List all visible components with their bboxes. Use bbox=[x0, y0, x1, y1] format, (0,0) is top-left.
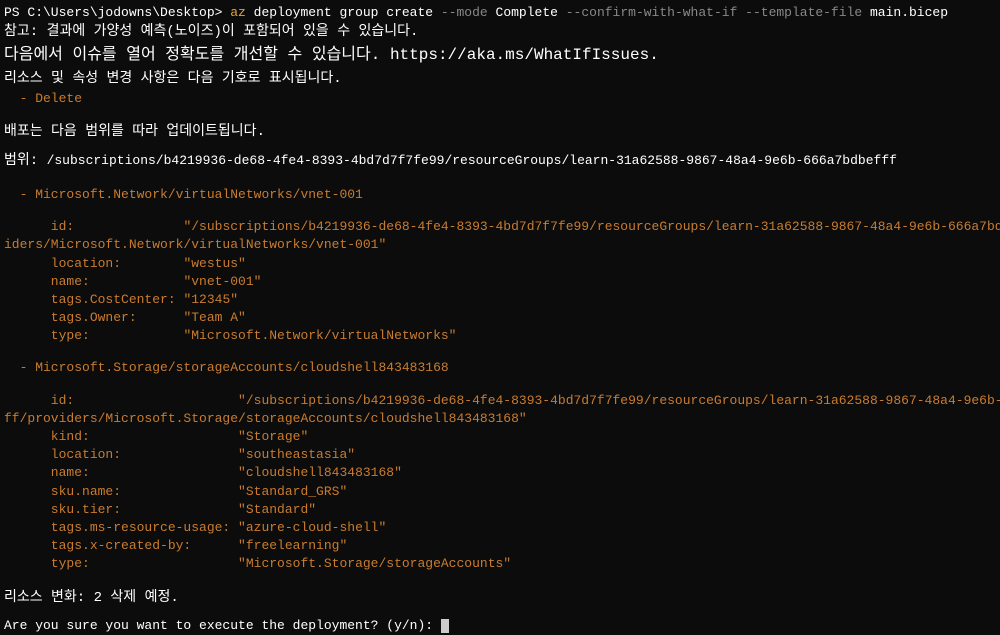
res1-id-cont: iders/Microsoft.Network/virtualNetworks/… bbox=[4, 236, 996, 254]
flags-rest: --confirm-with-what-if --template-file bbox=[558, 5, 870, 20]
cmd-args: deployment group create bbox=[246, 5, 441, 20]
resource-1-header: - Microsoft.Network/virtualNetworks/vnet… bbox=[4, 186, 996, 204]
res2-tag-xcb: tags.x-created-by: "freelearning" bbox=[4, 537, 996, 555]
res1-owner: tags.Owner: "Team A" bbox=[4, 309, 996, 327]
confirm-prompt[interactable]: Are you sure you want to execute the dep… bbox=[4, 617, 996, 635]
res2-id-cont: ff/providers/Microsoft.Storage/storageAc… bbox=[4, 410, 996, 428]
res1-location: location: "westus" bbox=[4, 255, 996, 273]
resource-change-summary: 리소스 변화: 2 삭제 예정. bbox=[4, 588, 996, 609]
flag-mode: --mode bbox=[441, 5, 496, 20]
res2-tag-mru: tags.ms-resource-usage: "azure-cloud-she… bbox=[4, 519, 996, 537]
res1-id: id: "/subscriptions/b4219936-de68-4fe4-8… bbox=[4, 218, 996, 236]
resource-2-header: - Microsoft.Storage/storageAccounts/clou… bbox=[4, 359, 996, 377]
scope-line: 범위: /subscriptions/b4219936-de68-4fe4-83… bbox=[4, 151, 996, 172]
val-complete: Complete bbox=[496, 5, 558, 20]
note-update-scope: 배포는 다음 범위를 따라 업데이트됩니다. bbox=[4, 122, 996, 143]
res1-costcenter: tags.CostCenter: "12345" bbox=[4, 291, 996, 309]
res1-type: type: "Microsoft.Network/virtualNetworks… bbox=[4, 327, 996, 345]
val-bicep: main.bicep bbox=[870, 5, 948, 20]
cursor-icon bbox=[441, 619, 449, 633]
res2-kind: kind: "Storage" bbox=[4, 428, 996, 446]
res2-skutier: sku.tier: "Standard" bbox=[4, 501, 996, 519]
res2-id: id: "/subscriptions/b4219936-de68-4fe4-8… bbox=[4, 392, 996, 410]
terminal-output: PS C:\Users\jodowns\Desktop> az deployme… bbox=[4, 4, 996, 635]
command-line: PS C:\Users\jodowns\Desktop> az deployme… bbox=[4, 4, 996, 22]
res2-type: type: "Microsoft.Storage/storageAccounts… bbox=[4, 555, 996, 573]
whatif-url: https://aka.ms/WhatIfIssues bbox=[390, 46, 649, 64]
res2-location: location: "southeastasia" bbox=[4, 446, 996, 464]
delete-symbol: - Delete bbox=[4, 90, 996, 108]
res2-name: name: "cloudshell843483168" bbox=[4, 464, 996, 482]
note-noise: 참고: 결과에 가양성 예측(노이즈)이 포함되어 있을 수 있습니다. bbox=[4, 22, 996, 43]
ps-prompt: PS C:\Users\jodowns\Desktop> bbox=[4, 5, 230, 20]
res1-name: name: "vnet-001" bbox=[4, 273, 996, 291]
cmd-az: az bbox=[230, 5, 246, 20]
res2-skuname: sku.name: "Standard_GRS" bbox=[4, 483, 996, 501]
note-symbols: 리소스 및 속성 변경 사항은 다음 기호로 표시됩니다. bbox=[4, 69, 996, 90]
note-issues: 다음에서 이슈를 열어 정확도를 개선할 수 있습니다. https://aka… bbox=[4, 43, 996, 69]
